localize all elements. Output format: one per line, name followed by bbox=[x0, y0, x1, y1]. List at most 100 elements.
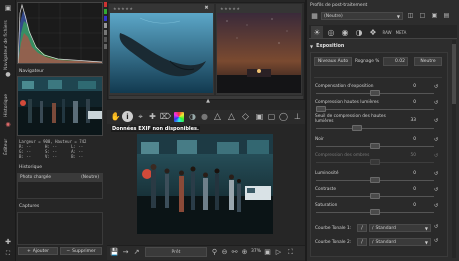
slider-value[interactable]: 50 bbox=[394, 153, 416, 159]
slider-knob[interactable] bbox=[370, 209, 380, 215]
history-item[interactable]: Photo chargée (Neutre) bbox=[18, 174, 102, 182]
fullscreen-icon[interactable]: ⛶ bbox=[3, 250, 13, 258]
right-panel-scrollbar[interactable] bbox=[452, 40, 456, 258]
slider-value[interactable]: 0 bbox=[394, 84, 416, 90]
profile-paste-icon[interactable]: ▤ bbox=[442, 11, 451, 20]
thumb-trash-icon[interactable]: ✖ bbox=[203, 5, 210, 11]
tab-raw-icon[interactable]: RAW bbox=[381, 26, 393, 38]
tab-exposure-icon[interactable]: ☀ bbox=[311, 26, 323, 38]
slider-knob[interactable] bbox=[316, 106, 326, 112]
pin-icon[interactable]: ⊥ bbox=[292, 111, 303, 122]
editor-icon[interactable]: ◉ bbox=[3, 120, 13, 128]
profile-copy-icon[interactable]: ◫ bbox=[406, 11, 415, 20]
tone-curve-1-select[interactable]: ∕ Standard ▼ bbox=[369, 224, 431, 232]
tone-curve-2-edit[interactable]: ∕ bbox=[357, 238, 367, 246]
tab-color-icon[interactable]: ◉ bbox=[339, 26, 351, 38]
reset-icon[interactable]: ↺ bbox=[434, 137, 438, 143]
warning-low-icon[interactable]: △ bbox=[226, 111, 237, 122]
scrollbar-thumb[interactable] bbox=[452, 44, 456, 104]
reset-icon[interactable]: ↺ bbox=[434, 84, 438, 90]
slider-saturation[interactable]: Saturation 0 ↺ bbox=[312, 203, 442, 219]
camera-icon[interactable]: ● bbox=[3, 70, 13, 78]
filmstrip-thumb-frame[interactable]: ★★★★★ bbox=[216, 4, 302, 95]
move-icon[interactable]: ✚ bbox=[3, 238, 13, 246]
profile-load-icon[interactable]: □ bbox=[418, 11, 427, 20]
rgb-preview-icon[interactable]: ◯ bbox=[278, 111, 289, 122]
reset-icon[interactable]: ↺ bbox=[434, 153, 438, 159]
add-snapshot-button[interactable]: + Ajouter bbox=[18, 247, 58, 255]
clipping-icon[interactable]: ▣ bbox=[254, 111, 265, 122]
slider-knob[interactable] bbox=[370, 143, 380, 149]
external-editor-icon[interactable]: ↗ bbox=[132, 247, 141, 257]
navigator-preview[interactable] bbox=[17, 76, 103, 136]
slider-exposure-compensation[interactable]: Compensation d'exposition 0 ↺ bbox=[312, 84, 442, 100]
focus-mask-icon[interactable]: ◇ bbox=[240, 111, 251, 122]
color-picker-icon[interactable]: ⌦ bbox=[160, 111, 171, 122]
slider-knob[interactable] bbox=[370, 193, 380, 199]
neutral-button[interactable]: Neutre bbox=[414, 57, 442, 66]
slider-value[interactable]: 0 bbox=[394, 187, 416, 193]
contrast-icon[interactable]: ● bbox=[199, 111, 210, 122]
zoom-in-icon[interactable]: ⊕ bbox=[240, 247, 249, 257]
warning-high-icon[interactable]: △ bbox=[212, 111, 223, 122]
queue-add-icon[interactable]: → bbox=[121, 247, 130, 257]
tab-editor[interactable]: Éditeur bbox=[4, 130, 9, 155]
tab-queue[interactable]: Historique bbox=[4, 82, 9, 117]
reset-icon[interactable]: ↺ bbox=[434, 187, 438, 193]
slider-shadow-compression[interactable]: Compression des ombres 50 ↺ bbox=[312, 153, 442, 169]
profile-save-icon[interactable]: ▣ bbox=[430, 11, 439, 20]
detail-window-icon[interactable]: ▣ bbox=[263, 247, 272, 257]
straighten-icon[interactable]: ✚ bbox=[147, 111, 158, 122]
next-image-icon[interactable]: ▷ bbox=[274, 247, 283, 257]
slider-contrast[interactable]: Contraste 0 ↺ bbox=[312, 187, 442, 203]
zoom-100-icon[interactable]: ⚯ bbox=[230, 247, 239, 257]
slider-knob[interactable] bbox=[370, 159, 380, 165]
profile-toggle-icon[interactable]: ▦ bbox=[310, 11, 319, 20]
main-preview-image[interactable] bbox=[137, 134, 273, 234]
tab-transform-icon[interactable]: ❖ bbox=[367, 26, 379, 38]
slider-brightness[interactable]: Luminosité 0 ↺ bbox=[312, 171, 442, 187]
fullscreen-toggle-icon[interactable]: ⛶ bbox=[286, 247, 295, 257]
tab-meta-icon[interactable]: META bbox=[395, 26, 407, 38]
reset-icon[interactable]: ↺ bbox=[434, 203, 438, 209]
zoom-fit-icon[interactable]: ⚲ bbox=[210, 247, 219, 257]
slider-knob[interactable] bbox=[370, 177, 380, 183]
tone-curve-1-edit[interactable]: ∕ bbox=[357, 224, 367, 232]
info-icon[interactable]: i bbox=[122, 111, 133, 122]
tab-details-icon[interactable]: ◎ bbox=[325, 26, 337, 38]
slider-knob[interactable] bbox=[351, 125, 362, 131]
slider-black[interactable]: Noir 0 ↺ bbox=[312, 137, 442, 153]
filmstrip-toggle-icon[interactable]: ▲ bbox=[203, 98, 213, 104]
reset-icon[interactable]: ↺ bbox=[434, 224, 438, 230]
crop-icon[interactable]: ⌖ bbox=[135, 111, 146, 122]
compare-icon[interactable]: ◑ bbox=[187, 111, 198, 122]
reset-icon[interactable]: ↺ bbox=[434, 118, 438, 124]
reset-icon[interactable]: ↺ bbox=[434, 100, 438, 106]
hand-icon[interactable]: ✋ bbox=[110, 111, 121, 122]
tab-advanced-icon[interactable]: ◑ bbox=[353, 26, 365, 38]
profile-select[interactable]: (Neutre) ▼ bbox=[321, 12, 403, 20]
app-menu-icon[interactable]: ▣ bbox=[2, 3, 14, 13]
slider-track[interactable] bbox=[316, 109, 434, 110]
thumb-star-rating[interactable]: ★★★★★ bbox=[220, 6, 240, 11]
clip-input[interactable]: 0.02 bbox=[383, 57, 408, 66]
save-icon[interactable]: 💾 bbox=[110, 247, 119, 257]
slider-value[interactable]: 0 bbox=[394, 171, 416, 177]
slider-value[interactable]: 0 bbox=[394, 203, 416, 209]
slider-value[interactable]: 0 bbox=[394, 100, 416, 106]
tone-curve-2-select[interactable]: ∕ Standard ▼ bbox=[369, 238, 431, 246]
slider-track[interactable] bbox=[316, 128, 434, 129]
reset-icon[interactable]: ↺ bbox=[434, 171, 438, 177]
reset-icon[interactable]: ↺ bbox=[434, 238, 438, 244]
tab-file-browser[interactable]: Navigateur de fichiers bbox=[4, 20, 9, 70]
thumb-star-rating[interactable]: ★★★★★ bbox=[113, 6, 133, 11]
exposure-header[interactable]: ▼ Exposition bbox=[310, 42, 450, 50]
before-after-icon[interactable] bbox=[174, 112, 184, 122]
slider-knob[interactable] bbox=[370, 90, 380, 96]
slider-value[interactable]: 0 bbox=[394, 137, 416, 143]
filmstrip-thumb-frame[interactable]: ★★★★★ ✖ bbox=[109, 4, 214, 95]
slider-highlight-threshold[interactable]: Seuil de compression des hautes lumières… bbox=[312, 114, 442, 134]
delete-snapshot-button[interactable]: − Supprimer bbox=[60, 247, 102, 255]
preview-mode-icon[interactable]: ▢ bbox=[266, 111, 277, 122]
slider-value[interactable]: 33 bbox=[394, 118, 416, 124]
